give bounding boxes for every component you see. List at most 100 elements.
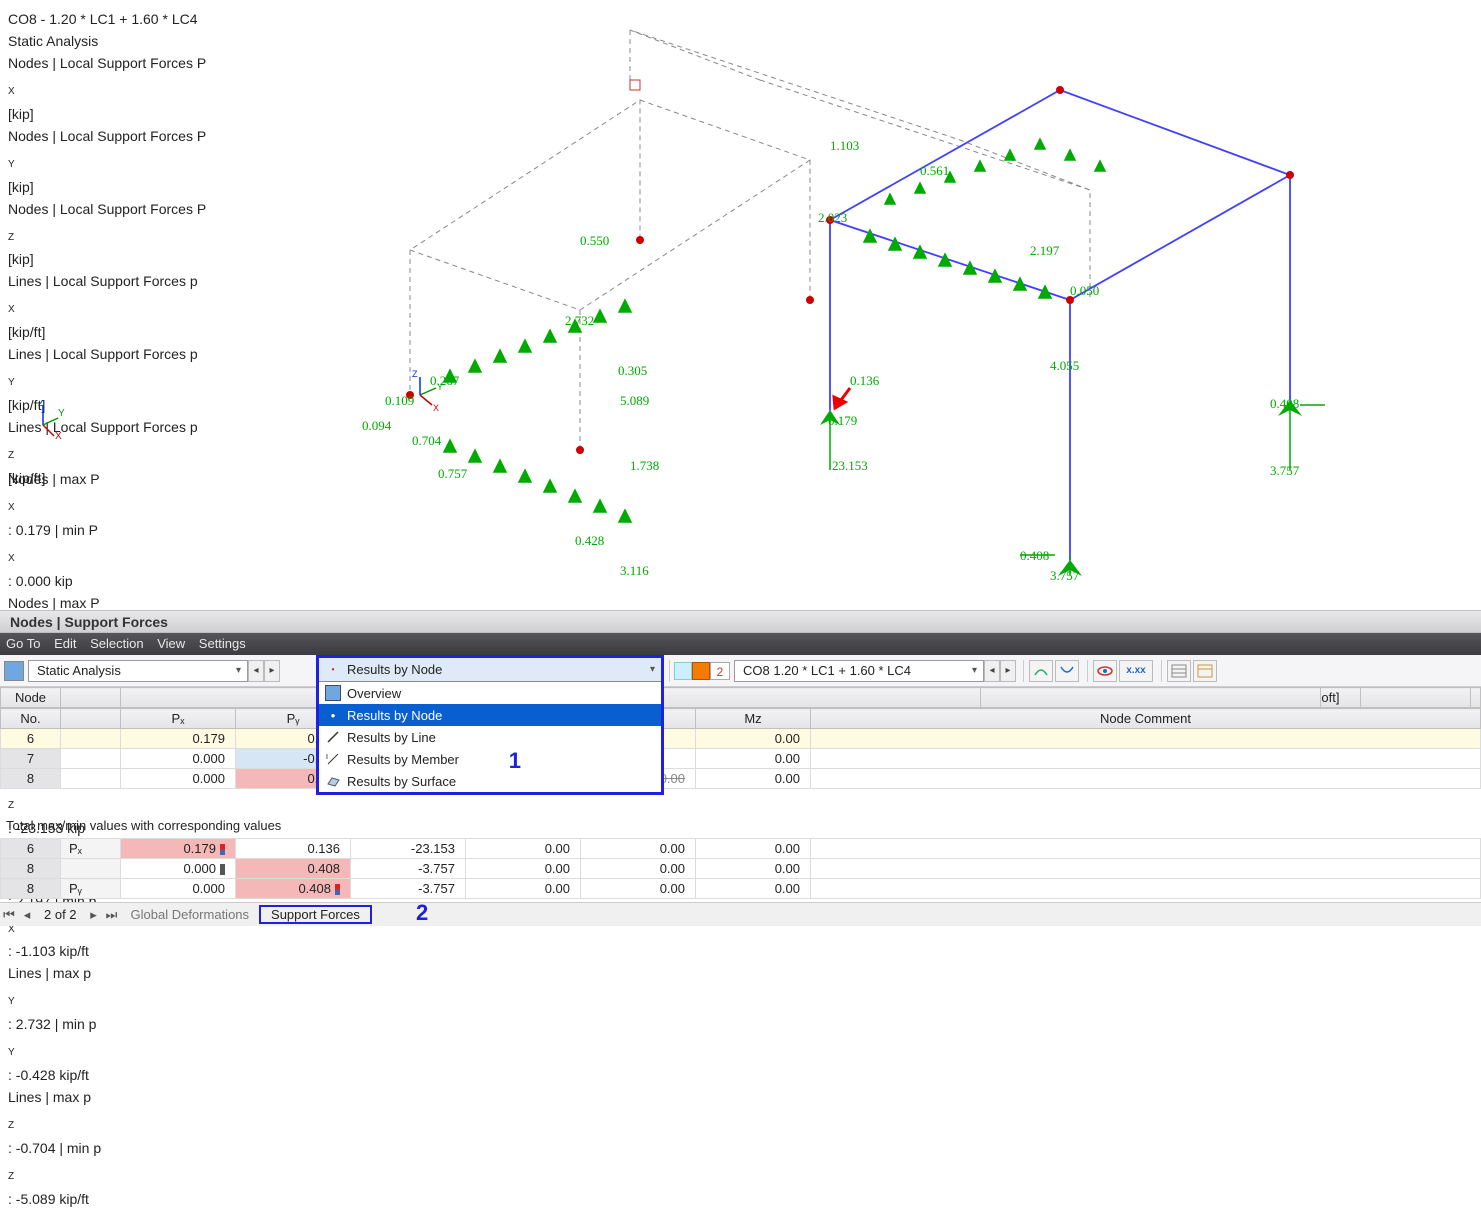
svg-text:3.757: 3.757 — [1270, 463, 1300, 478]
svg-text:3.116: 3.116 — [620, 563, 649, 578]
svg-text:23.153: 23.153 — [832, 458, 868, 473]
svg-text:I: I — [326, 754, 328, 761]
menu-settings[interactable]: Settings — [199, 636, 246, 651]
svg-text:5.089: 5.089 — [620, 393, 649, 408]
table-row[interactable]: 6 Pₓ 0.179 0.136 -23.153 0.00 0.00 0.00 — [1, 839, 1481, 859]
info-line: Nodes | Local Support Forces PX [kip] — [8, 52, 206, 125]
totals-table[interactable]: 6 Pₓ 0.179 0.136 -23.153 0.00 0.00 0.00 … — [0, 838, 1481, 899]
svg-text:2.023: 2.023 — [818, 210, 847, 225]
tool-btn-grid1[interactable] — [1167, 660, 1191, 682]
chevron-down-icon: ▾ — [972, 665, 977, 676]
results-select-label: Results by Node — [347, 662, 442, 677]
analysis-select[interactable]: Static Analysis ▾ — [28, 660, 248, 682]
bar-icon — [335, 884, 340, 895]
results-table[interactable]: Node Support Forces oft] No. Pₓ Pᵧ Mz No… — [0, 687, 1481, 789]
info-line: Nodes | Local Support Forces PZ [kip] — [8, 198, 206, 271]
tool-btn-a[interactable] — [1029, 660, 1053, 682]
prev-analysis-button[interactable]: ◂ — [248, 660, 264, 682]
table-row[interactable]: 7 0.000 -0.408 0.00 — [1, 749, 1481, 769]
sum-line: Lines | max pY : 2.732 | min pY : -0.428… — [8, 962, 103, 1086]
axis-indicator-icon: Z Y X — [28, 400, 68, 440]
loadcase-select[interactable]: CO8 1.20 * LC1 + 1.60 * LC4 ▾ — [734, 660, 984, 682]
next-loadcase-button[interactable]: ▸ — [1000, 660, 1016, 682]
svg-text:0.109: 0.109 — [385, 393, 414, 408]
svg-text:Z: Z — [412, 369, 418, 379]
dd-results-by-surface[interactable]: Results by Surface — [319, 770, 661, 792]
loadcase-color-icon — [674, 662, 692, 680]
col-mz[interactable] — [1361, 688, 1471, 708]
table-row[interactable]: 8 0.000 0.408 -3.757 0.00 0.00 0.00 — [1, 859, 1481, 879]
dd-results-by-member[interactable]: I Results by Member — [319, 748, 661, 770]
svg-text:X: X — [433, 403, 439, 413]
results-dropdown[interactable]: • Results by Node ▾ Overview • Results b… — [316, 655, 664, 795]
tab-global-deformations[interactable]: Global Deformations — [121, 907, 260, 922]
dd-overview[interactable]: Overview — [319, 682, 661, 704]
nav-last-button[interactable]: ⏭ — [103, 907, 121, 923]
svg-text:0.561: 0.561 — [920, 163, 949, 178]
loadcase-label: CO8 1.20 * LC1 + 1.60 * LC4 — [743, 663, 911, 678]
svg-text:2.197: 2.197 — [1030, 243, 1060, 258]
next-analysis-button[interactable]: ▸ — [264, 660, 280, 682]
tool-btn-b[interactable] — [1055, 660, 1079, 682]
tool-btn-xxx[interactable]: x.xx — [1119, 660, 1153, 682]
col-no[interactable]: No. — [1, 709, 61, 729]
loadcase-number: 2 — [710, 662, 730, 680]
svg-text:0.550: 0.550 — [580, 233, 609, 248]
svg-text:0.136: 0.136 — [850, 373, 880, 388]
analysis-icon[interactable] — [4, 661, 24, 681]
footer-nav: ⏮ ◂ 2 of 2 ▸ ⏭ Global Deformations Suppo… — [0, 902, 1481, 926]
col-mz2[interactable]: Mz — [696, 709, 811, 729]
svg-text:3.757: 3.757 — [1050, 568, 1080, 583]
nav-next-button[interactable]: ▸ — [85, 907, 103, 923]
svg-text:0.094: 0.094 — [362, 418, 392, 433]
member-icon: I — [325, 751, 341, 767]
svg-text:0.305: 0.305 — [618, 363, 647, 378]
totals-label: Total max/min values with corresponding … — [6, 818, 281, 833]
svg-text:X: X — [55, 431, 62, 440]
table-row[interactable]: 8 Pᵧ 0.000 0.408 -3.757 0.00 0.00 0.00 — [1, 879, 1481, 899]
table-row[interactable]: 6 0.179 0.136 0.00 — [1, 729, 1481, 749]
menu-goto[interactable]: Go To — [6, 636, 40, 651]
svg-text:0.179: 0.179 — [828, 413, 857, 428]
menu-bar: Go To Edit Selection View Settings — [0, 633, 1481, 655]
model-viewport[interactable]: CO8 - 1.20 * LC1 + 1.60 * LC4 Static Ana… — [0, 0, 1481, 595]
annotation-2: 2 — [416, 900, 428, 926]
col-px[interactable]: Pₓ — [121, 709, 236, 729]
svg-text:0.408: 0.408 — [1270, 396, 1299, 411]
model-svg: 1.103 0.561 2.023 2.197 0.050 4.055 0.40… — [330, 0, 1330, 590]
svg-text:4.055: 4.055 — [1050, 358, 1079, 373]
line-icon — [325, 729, 341, 745]
dd-results-by-node[interactable]: • Results by Node — [319, 704, 661, 726]
menu-selection[interactable]: Selection — [90, 636, 143, 651]
tool-btn-grid2[interactable] — [1193, 660, 1217, 682]
node-dot-icon: • — [325, 662, 341, 678]
svg-text:0.428: 0.428 — [575, 533, 604, 548]
menu-view[interactable]: View — [157, 636, 185, 651]
menu-edit[interactable]: Edit — [54, 636, 76, 651]
chevron-down-icon: ▾ — [650, 664, 655, 675]
tab-support-forces[interactable]: Support Forces — [259, 905, 372, 924]
svg-text:Y: Y — [437, 382, 443, 392]
sum-line: Nodes | max PX : 0.179 | min PX : 0.000 … — [8, 468, 103, 592]
dd-results-by-line[interactable]: Results by Line — [319, 726, 661, 748]
table-row[interactable]: 8 0.000 0.408 -3.757 0.00 0.00 0.00 — [1, 769, 1481, 789]
overview-icon — [325, 685, 341, 701]
svg-text:0.757: 0.757 — [438, 466, 468, 481]
page-info: 2 of 2 — [36, 907, 85, 922]
loadcase-color2-icon — [692, 662, 710, 680]
analysis-select-label: Static Analysis — [37, 663, 121, 678]
sum-line: Lines | max pZ : -0.704 | min pZ : -5.08… — [8, 1086, 103, 1210]
col-comment[interactable] — [1471, 688, 1481, 708]
tool-btn-eye[interactable] — [1093, 660, 1117, 682]
col-comment2[interactable]: Node Comment — [811, 709, 1481, 729]
svg-text:1.103: 1.103 — [830, 138, 859, 153]
node-dot-icon: • — [325, 707, 341, 723]
info-line: Static Analysis — [8, 30, 206, 52]
panel-title: Nodes | Support Forces — [0, 610, 1481, 633]
svg-text:2.732: 2.732 — [565, 313, 594, 328]
nav-first-button[interactable]: ⏮ — [0, 907, 18, 923]
prev-loadcase-button[interactable]: ◂ — [984, 660, 1000, 682]
nav-prev-button[interactable]: ◂ — [18, 907, 36, 923]
col-node[interactable]: Node — [1, 688, 61, 708]
svg-text:0.050: 0.050 — [1070, 283, 1099, 298]
